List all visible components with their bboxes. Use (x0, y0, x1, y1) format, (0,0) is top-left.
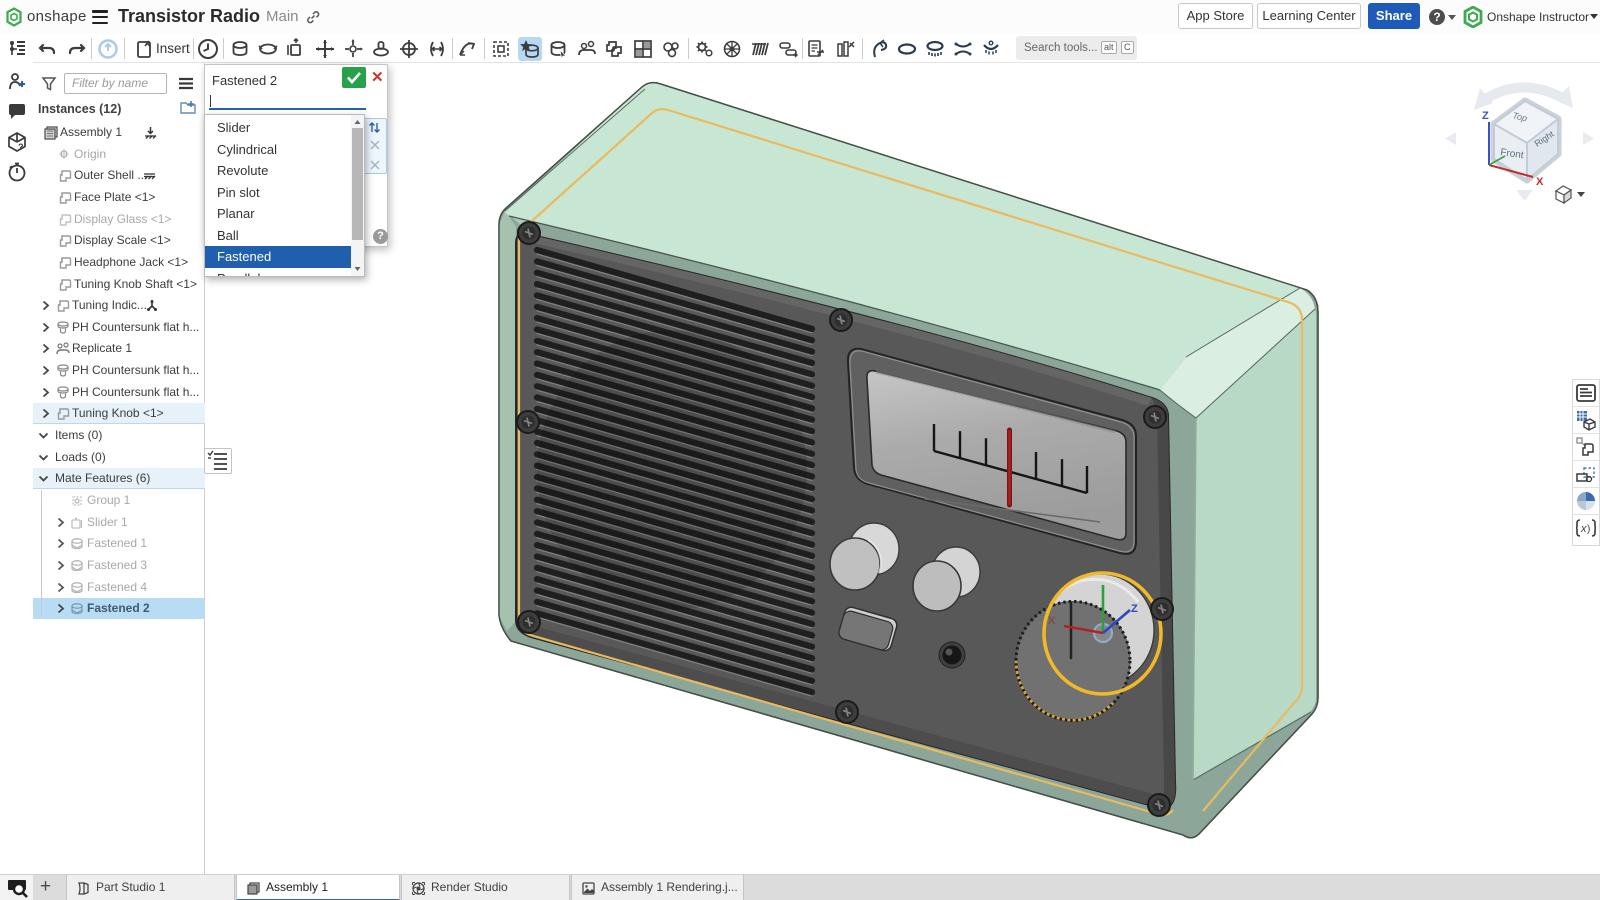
svg-text:x: x (1580, 523, 1587, 535)
svg-text:X: X (1536, 176, 1544, 188)
svg-text:X: X (1048, 615, 1056, 627)
svg-text:?: ? (18, 142, 24, 152)
svg-text:Z: Z (1131, 603, 1138, 615)
svg-text:): ) (1587, 524, 1590, 535)
svg-text:Z: Z (1482, 110, 1489, 122)
